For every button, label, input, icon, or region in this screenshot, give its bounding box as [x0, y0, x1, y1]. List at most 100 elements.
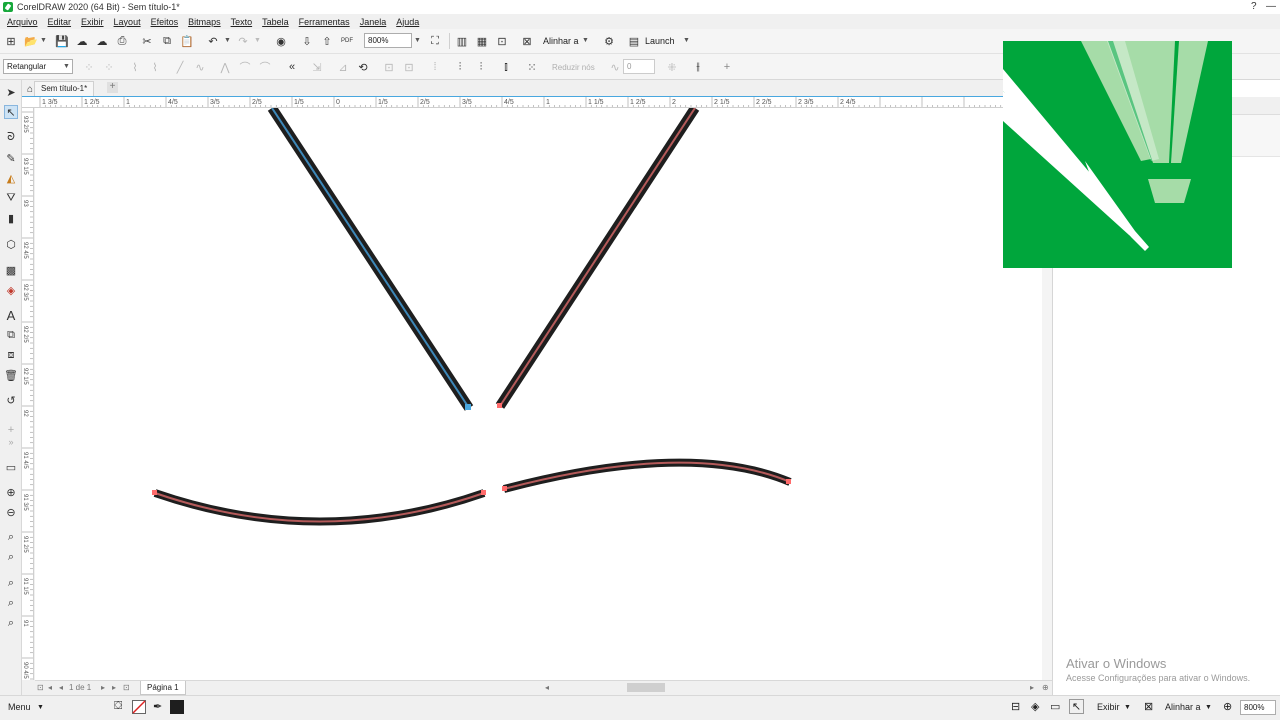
chevron-down-icon[interactable]: ▼	[683, 37, 690, 44]
shape-icon[interactable]: ↖	[4, 105, 18, 119]
snap-to-label[interactable]: Alinhar a	[543, 36, 579, 46]
menu-bitmaps[interactable]: Bitmaps	[188, 17, 221, 27]
node-options-icon[interactable]: ⫲	[691, 60, 705, 74]
fill-swatch-none[interactable]	[132, 700, 146, 714]
curve-smoothness-icon[interactable]: ∿	[608, 60, 622, 74]
pick-icon[interactable]: ➤	[4, 85, 18, 99]
close-curve-icon[interactable]: ⟲	[356, 60, 370, 74]
delete-node-icon[interactable]: ⁘	[102, 60, 116, 74]
reduce-nodes-button[interactable]: Reduzir nós	[552, 63, 595, 72]
node-handle[interactable]	[497, 403, 502, 408]
node-handle[interactable]	[152, 490, 157, 495]
snap-icon[interactable]: ⊠	[1144, 700, 1153, 713]
zoom-fit-icon[interactable]: ⌕	[4, 530, 18, 544]
zoom-selection-icon[interactable]: ⌕	[4, 576, 18, 590]
zoom-navigator-icon[interactable]: ⊕	[1042, 683, 1049, 692]
status-view-button[interactable]: Exibir	[1097, 702, 1120, 712]
launch-label[interactable]: Launch	[645, 36, 675, 46]
cusp-node-icon[interactable]: ⋀	[218, 60, 232, 74]
menu-layout[interactable]: Layout	[114, 17, 141, 27]
polygon-icon[interactable]: ⬡	[4, 237, 18, 251]
menu-texto[interactable]: Texto	[231, 17, 253, 27]
import-icon[interactable]: ⇩	[300, 34, 314, 48]
to-line-icon[interactable]: ╱	[173, 60, 187, 74]
launch-icon[interactable]: ▤	[627, 34, 641, 48]
add-icon[interactable]: +	[720, 60, 734, 74]
menu-editar[interactable]: Editar	[48, 17, 72, 27]
rotate-nodes-icon[interactable]: ⊡	[402, 60, 416, 74]
document-tab[interactable]: Sem título-1*	[34, 81, 95, 96]
chevron-down-icon[interactable]: ▼	[1124, 704, 1131, 711]
full-screen-icon[interactable]: ⛶	[428, 34, 442, 48]
mirror-horizontal-icon[interactable]: ⫶	[453, 60, 467, 74]
node-handle[interactable]	[502, 486, 507, 491]
layers-icon[interactable]: ◈	[1031, 700, 1039, 713]
save-icon[interactable]: 💾	[55, 34, 69, 48]
add-node-icon[interactable]: ⁘	[82, 60, 96, 74]
mirror-vertical-icon[interactable]: ⫶	[474, 60, 488, 74]
symmetrical-node-icon[interactable]: ⌒	[258, 60, 272, 74]
zoom-out-icon[interactable]: ⊖	[4, 505, 18, 519]
join-nodes-icon[interactable]: ⌇	[128, 60, 142, 74]
options-gear-icon[interactable]: ⚙	[602, 34, 616, 48]
open-icon[interactable]: 📂	[24, 34, 38, 48]
export-icon[interactable]: ⇧	[320, 34, 334, 48]
zoom-height-icon[interactable]: ⌕	[4, 616, 18, 630]
freehand-icon[interactable]: ᘐ	[4, 130, 18, 144]
menu-arquivo[interactable]: Arquivo	[7, 17, 38, 27]
text-icon[interactable]: A	[4, 308, 18, 323]
chevron-down-icon[interactable]: ▼	[582, 37, 589, 44]
zoom-page-icon[interactable]: ⌕	[4, 550, 18, 564]
trash-icon[interactable]: 🗑	[4, 368, 18, 382]
smart-fill-icon[interactable]: ⛛	[4, 191, 18, 205]
extend-curve-icon[interactable]: ⇲	[310, 60, 324, 74]
extract-subpath-icon[interactable]: ⊿	[336, 60, 350, 74]
corner-icon[interactable]: ⁜	[665, 60, 679, 74]
new-document-icon[interactable]: ⊞	[4, 34, 18, 48]
menu-ajuda[interactable]: Ajuda	[396, 17, 419, 27]
elastic-mode-icon[interactable]: ⫾	[499, 60, 513, 74]
chevron-down-icon[interactable]: ▼	[414, 37, 421, 44]
redo-icon[interactable]: ↷	[236, 34, 250, 48]
right-diagonal-line[interactable]	[495, 108, 700, 409]
next-page-icon[interactable]: ▸	[101, 683, 105, 692]
curve-smoothness-input[interactable]: 0	[623, 59, 655, 74]
chevron-down-icon[interactable]: ▼	[63, 63, 70, 70]
perspective-icon[interactable]: ◭	[4, 171, 18, 185]
select-all-nodes-icon[interactable]: ⁙	[525, 60, 539, 74]
search-content-icon[interactable]: ◉	[274, 34, 288, 48]
node-handle[interactable]	[786, 479, 791, 484]
drawing-canvas[interactable]	[35, 108, 1052, 680]
blend-icon[interactable]: ⧈	[4, 348, 18, 362]
reverse-direction-icon[interactable]: «	[285, 60, 299, 74]
smooth-node-icon[interactable]: ⌒	[238, 60, 252, 74]
chevron-down-icon[interactable]: ▼	[37, 704, 44, 711]
align-icon[interactable]: ⊟	[1011, 700, 1020, 713]
zoom-in-icon[interactable]: ⊕	[4, 485, 18, 499]
break-curve-icon[interactable]: ⌇	[148, 60, 162, 74]
horizontal-scroll-thumb[interactable]	[627, 683, 665, 692]
eraser-icon[interactable]: ▮	[4, 211, 18, 225]
snap-icon[interactable]: ⊠	[520, 34, 534, 48]
vertical-ruler[interactable]: 93 2/5 93 1/5 93 92 4/5 92 3/5 92 2/5 92 1/5 92…	[22, 108, 34, 680]
cloud-open-icon[interactable]: ☁	[75, 34, 89, 48]
node-handle[interactable]	[481, 490, 486, 495]
fill-icon[interactable]: ◈	[4, 283, 18, 297]
help-icon[interactable]: ?	[1251, 1, 1257, 12]
menu-efeitos[interactable]: Efeitos	[151, 17, 179, 27]
fill-color-icon[interactable]: ⛋	[114, 700, 122, 713]
cut-icon[interactable]: ✂	[140, 34, 154, 48]
menu-ferramentas[interactable]: Ferramentas	[299, 17, 350, 27]
first-page-icon[interactable]: ⊡	[37, 683, 44, 692]
curve-end-nodes[interactable]	[152, 403, 791, 495]
horizontal-ruler[interactable]: 1 3/5 1 2/5 1 4/5 3/5 2/5 1/5 0 1/5 2/5 3/5 4/5 1 1 1…	[22, 96, 1032, 108]
zoom-level-input[interactable]: 800%	[364, 33, 412, 48]
show-rulers-icon[interactable]: ▥	[455, 34, 469, 48]
page-tab[interactable]: Página 1	[140, 681, 186, 695]
chevron-down-icon[interactable]: ▼	[40, 37, 47, 44]
table-icon[interactable]: ⧉	[4, 328, 18, 342]
monitor-icon[interactable]: ▭	[4, 460, 18, 474]
copy-icon[interactable]: ⧉	[160, 34, 174, 48]
home-icon[interactable]: ⌂	[23, 82, 37, 96]
left-diagonal-line[interactable]	[267, 108, 474, 411]
